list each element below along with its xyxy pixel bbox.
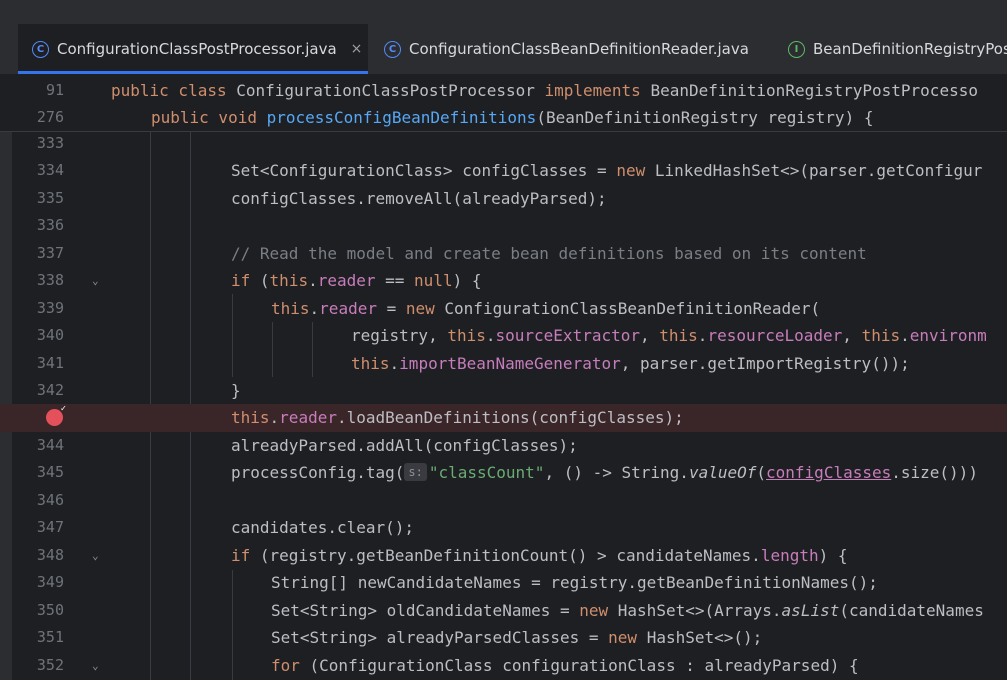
line-number: 344	[36, 436, 64, 454]
tab-label: ConfigurationClassPostProcessor.java	[57, 40, 337, 58]
code-line[interactable]: 351 Set<String> alreadyParsedClasses = n…	[0, 624, 1007, 652]
tab-label: ConfigurationClassBeanDefinitionReader.j…	[409, 40, 749, 58]
chevron-down-icon[interactable]: ⌄	[92, 267, 99, 295]
line-number: 349	[36, 573, 64, 591]
code-text: public class ConfigurationClassPostProce…	[111, 81, 978, 100]
line-number: 341	[36, 354, 64, 372]
close-icon[interactable]: ×	[351, 41, 363, 57]
code-text: Set<String> alreadyParsedClasses = new H…	[271, 628, 763, 647]
code-text: Set<ConfigurationClass> configClasses = …	[231, 161, 983, 180]
code-text: configClasses.removeAll(alreadyParsed);	[231, 189, 607, 208]
line-number: 91	[45, 81, 64, 99]
class-icon: C	[384, 40, 401, 58]
line-number: 345	[36, 463, 64, 481]
code-line[interactable]: 345 processConfig.tag(s: "classCount", ()…	[0, 459, 1007, 487]
line-number: 350	[36, 601, 64, 619]
tab-label: BeanDefinitionRegistryPost	[813, 40, 1007, 58]
code-line[interactable]: 341 this.importBeanNameGenerator, parser…	[0, 350, 1007, 378]
code-line[interactable]: 336	[0, 212, 1007, 240]
code-text: Set<String> oldCandidateNames = new Hash…	[271, 601, 984, 620]
line-number: 337	[36, 244, 64, 262]
line-number: 335	[36, 189, 64, 207]
window-title-bar	[0, 0, 1007, 24]
code-text: for (ConfigurationClass configurationCla…	[271, 656, 859, 675]
line-number: 346	[36, 491, 64, 509]
code-line[interactable]: 352 ⌄ for (ConfigurationClass configurat…	[0, 652, 1007, 680]
code-text: processConfig.tag(s: "classCount", () -> …	[231, 463, 978, 482]
line-number: 334	[36, 161, 64, 179]
code-line[interactable]: 348 ⌄ if (registry.getBeanDefinitionCoun…	[0, 542, 1007, 570]
code-line[interactable]: 337 // Read the model and create bean de…	[0, 240, 1007, 268]
class-icon: C	[32, 40, 49, 58]
chevron-down-icon[interactable]: ⌄	[92, 542, 99, 570]
chevron-down-icon[interactable]: ⌄	[92, 652, 99, 680]
sticky-line-class[interactable]: 91 public class ConfigurationClassPostPr…	[0, 77, 1007, 105]
parameter-hint: s:	[404, 463, 427, 481]
line-number: 351	[36, 628, 64, 646]
line-number: 333	[36, 134, 64, 152]
code-text: if (this.reader == null) {	[231, 271, 482, 290]
code-text: if (registry.getBeanDefinitionCount() > …	[231, 546, 848, 565]
code-text: registry, this.sourceExtractor, this.res…	[351, 326, 987, 345]
code-line[interactable]: 346	[0, 487, 1007, 515]
code-line[interactable]: 333	[0, 130, 1007, 158]
line-number: 276	[36, 108, 64, 126]
code-line[interactable]: 335 configClasses.removeAll(alreadyParse…	[0, 185, 1007, 213]
code-text: public void processConfigBeanDefinitions…	[151, 108, 874, 127]
code-line[interactable]: 340 registry, this.sourceExtractor, this…	[0, 322, 1007, 350]
code-line[interactable]: 338 ⌄ if (this.reader == null) {	[0, 267, 1007, 295]
code-line[interactable]: 344 alreadyParsed.addAll(configClasses);	[0, 432, 1007, 460]
tab-configuration-class-post-processor[interactable]: C ConfigurationClassPostProcessor.java ×	[18, 24, 368, 74]
tab-configuration-class-bean-definition-reader[interactable]: C ConfigurationClassBeanDefinitionReader…	[384, 24, 749, 74]
code-line[interactable]: 334 Set<ConfigurationClass> configClasse…	[0, 157, 1007, 185]
code-comment: // Read the model and create bean defini…	[231, 244, 867, 263]
interface-icon: I	[788, 40, 805, 58]
line-number: 339	[36, 299, 64, 317]
line-number: 352	[36, 656, 64, 674]
code-text: alreadyParsed.addAll(configClasses);	[231, 436, 578, 455]
line-number: 348	[36, 546, 64, 564]
line-number: 336	[36, 216, 64, 234]
code-text: candidates.clear();	[231, 518, 415, 537]
sticky-line-method[interactable]: 276 public void processConfigBeanDefinit…	[0, 104, 1007, 132]
code-text: }	[231, 381, 241, 400]
code-line[interactable]: 350 Set<String> oldCandidateNames = new …	[0, 597, 1007, 625]
line-number: 338	[36, 271, 64, 289]
line-number: 342	[36, 381, 64, 399]
code-text: this.importBeanNameGenerator, parser.get…	[351, 354, 910, 373]
code-line[interactable]: 342 }	[0, 377, 1007, 405]
code-line[interactable]: 339 this.reader = new ConfigurationClass…	[0, 295, 1007, 323]
breakpoint-icon[interactable]	[46, 404, 66, 426]
code-text: this.reader.loadBeanDefinitions(configCl…	[231, 408, 684, 427]
line-number: 340	[36, 326, 64, 344]
sticky-scroll-header[interactable]: 91 public class ConfigurationClassPostPr…	[0, 75, 1007, 132]
code-line[interactable]: 347 candidates.clear();	[0, 514, 1007, 542]
code-text: String[] newCandidateNames = registry.ge…	[271, 573, 878, 592]
breakpoint-line[interactable]: this.reader.loadBeanDefinitions(configCl…	[0, 404, 1007, 432]
code-line[interactable]: 349 String[] newCandidateNames = registr…	[0, 569, 1007, 597]
code-text: this.reader = new ConfigurationClassBean…	[271, 299, 821, 318]
tab-bean-definition-registry-post[interactable]: I BeanDefinitionRegistryPost	[788, 24, 1007, 74]
editor-tab-bar: C ConfigurationClassPostProcessor.java ×…	[0, 24, 1007, 75]
line-number: 347	[36, 518, 64, 536]
